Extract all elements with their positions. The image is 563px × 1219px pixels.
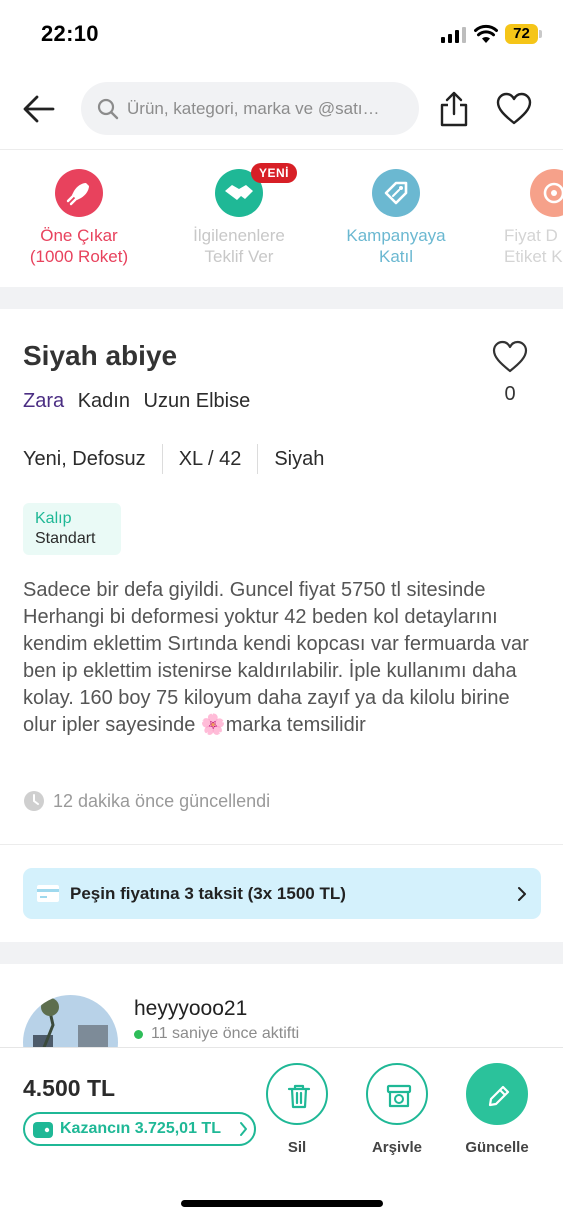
attribute-divider xyxy=(257,444,259,474)
boost-label: Öne Çıkar (1000 Roket) xyxy=(29,226,129,266)
signal-icon xyxy=(441,27,466,43)
wallet-icon xyxy=(33,1122,53,1138)
clock-icon xyxy=(24,791,44,811)
update-button[interactable]: Güncelle xyxy=(457,1063,537,1156)
offer-label: İlgilenenlere Teklif Ver xyxy=(193,226,285,266)
status-bar: 22:10 72 xyxy=(0,0,563,70)
product-description: Sadece bir defa giyildi. Guncel fiyat 57… xyxy=(23,579,529,736)
header xyxy=(0,70,563,150)
product-attributes: Yeni, Defosuz XL / 42 Siyah xyxy=(23,444,324,474)
section-separator xyxy=(0,287,563,309)
tag-icon xyxy=(372,169,420,217)
updated-info: 12 dakika önce güncellendi xyxy=(23,789,270,813)
archive-label: Arşivle xyxy=(371,1139,423,1156)
delete-circle xyxy=(266,1063,328,1125)
seller-status: 11 saniye önce aktifti xyxy=(134,1025,299,1043)
product-title: Siyah abiye xyxy=(23,340,178,371)
credit-card-icon xyxy=(37,885,59,902)
online-indicator xyxy=(134,1029,143,1039)
delete-label: Sil xyxy=(287,1139,307,1156)
battery-icon: 72 xyxy=(505,24,542,44)
chevron-right-icon xyxy=(518,887,526,901)
fit-label: Kalıp xyxy=(35,510,72,527)
wifi-icon xyxy=(474,24,498,43)
price-tag-icon xyxy=(530,169,563,217)
attribute-divider xyxy=(161,444,163,474)
share-icon[interactable] xyxy=(438,90,470,128)
category-link[interactable]: Uzun Elbise xyxy=(144,390,251,412)
installment-banner[interactable]: Peşin fiyatına 3 taksit (3x 1500 TL) xyxy=(23,868,541,919)
gender-link[interactable]: Kadın xyxy=(78,390,130,412)
update-circle xyxy=(466,1063,528,1125)
new-badge: YENİ xyxy=(251,163,298,183)
earnings-text: Kazancın 3.725,01 TL xyxy=(60,1120,221,1137)
fit-badge: Kalıp Standart xyxy=(23,503,121,555)
breadcrumb: Zara Kadın Uzun Elbise xyxy=(23,390,258,413)
color: Siyah xyxy=(274,447,325,470)
bottom-action-bar: 4.500 TL Kazancın 3.725,01 TL Sil Arşivl… xyxy=(0,1047,563,1219)
search-input[interactable] xyxy=(127,82,412,135)
size: XL / 42 xyxy=(178,447,242,470)
installment-text: Peşin fiyatına 3 taksit (3x 1500 TL) xyxy=(70,884,346,903)
campaign-label: Kampanyaya Katıl xyxy=(346,226,446,266)
brand-link[interactable]: Zara xyxy=(23,390,64,412)
delete-button[interactable]: Sil xyxy=(257,1063,337,1156)
rocket-icon xyxy=(55,169,103,217)
fit-value: Standart xyxy=(35,530,96,547)
price-drop-label: Fiyat D Etiket K xyxy=(504,226,563,266)
seller-name[interactable]: heyyyooo21 xyxy=(134,997,247,1021)
favorite-heart-icon[interactable] xyxy=(492,340,528,374)
update-label: Güncelle xyxy=(465,1139,529,1156)
archive-button[interactable]: Arşivle xyxy=(357,1063,437,1156)
handshake-icon: YENİ xyxy=(215,163,298,217)
seller-status-text: 11 saniye önce aktifti xyxy=(151,1025,300,1042)
updated-text: 12 dakika önce güncellendi xyxy=(53,790,271,811)
search-icon xyxy=(97,98,119,120)
favorite-count: 0 xyxy=(504,383,516,405)
earnings-button[interactable]: Kazancın 3.725,01 TL xyxy=(23,1112,256,1146)
price-drop-action[interactable]: Fiyat D Etiket K xyxy=(484,169,563,267)
listing-actions: Öne Çıkar (1000 Roket) YENİ İlgilenenler… xyxy=(0,151,563,287)
section-separator xyxy=(0,942,563,964)
divider xyxy=(0,844,563,845)
campaign-action[interactable]: Kampanyaya Katıl xyxy=(326,169,466,267)
heart-icon[interactable] xyxy=(496,92,532,126)
chevron-right-icon xyxy=(240,1122,247,1136)
back-arrow-icon[interactable] xyxy=(22,94,56,124)
archive-icon xyxy=(386,1084,412,1108)
boost-action[interactable]: Öne Çıkar (1000 Roket) xyxy=(9,169,149,267)
price: 4.500 TL xyxy=(23,1075,116,1101)
search-bar[interactable] xyxy=(81,82,419,135)
trash-icon xyxy=(287,1084,311,1109)
pencil-icon xyxy=(488,1085,510,1107)
status-time: 22:10 xyxy=(41,21,99,46)
offer-action[interactable]: YENİ İlgilenenlere Teklif Ver xyxy=(169,163,309,267)
battery-level: 72 xyxy=(513,25,530,42)
home-indicator[interactable] xyxy=(181,1200,383,1207)
condition: Yeni, Defosuz xyxy=(23,447,146,470)
archive-circle xyxy=(366,1063,428,1125)
